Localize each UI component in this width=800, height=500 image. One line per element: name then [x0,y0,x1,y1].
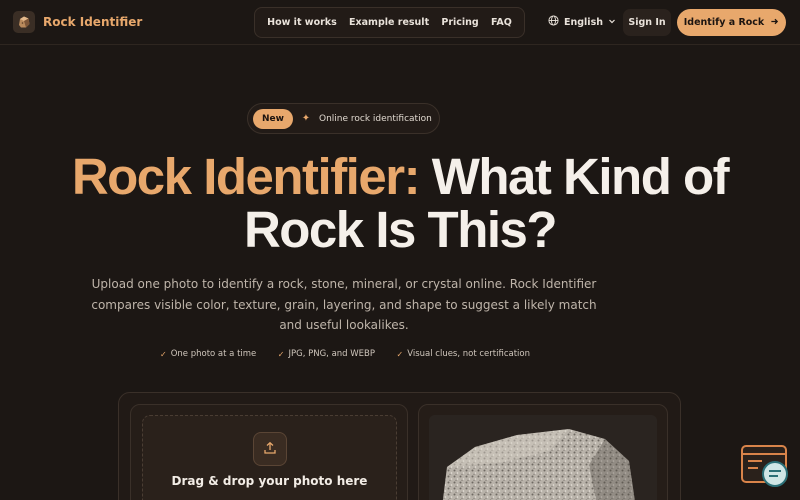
sign-in-button[interactable]: Sign In [623,9,671,36]
new-pill: New [253,108,293,129]
title-accent: Rock Identifier: [71,148,421,205]
language-label: English [564,16,603,28]
nav-pricing[interactable]: Pricing [441,17,478,28]
upload-icon [263,440,277,459]
chevron-down-icon [608,17,616,28]
brand-logo[interactable]: Rock Identifier [13,11,142,33]
identify-rock-label: Identify a Rock [683,17,765,28]
check-icon: ✓ [396,349,404,359]
announcement-badge: New ✦ Online rock identification [247,103,440,134]
badge-text: Online rock identification [319,113,432,124]
check-icon: ✓ [277,349,285,359]
feature-item: ✓ One photo at a time [160,349,256,359]
feature-item: ✓ JPG, PNG, and WEBP [278,349,375,359]
main-nav: How it works Example result Pricing FAQ [254,7,525,38]
arrow-right-icon [770,17,779,29]
dropzone-text: Drag & drop your photo here [171,474,368,488]
nav-how-it-works[interactable]: How it works [267,17,337,28]
feature-item: ✓ Visual clues, not certification [397,349,531,359]
check-icon: ✓ [160,349,167,359]
page-title: Rock Identifier: What Kind of Rock Is Th… [60,150,740,256]
nav-example-result[interactable]: Example result [349,17,429,28]
feature-label: One photo at a time [170,349,257,359]
identify-rock-button[interactable]: Identify a Rock [677,9,786,36]
site-header: Rock Identifier How it works Example res… [0,0,800,45]
rock-sample-image [429,415,657,500]
sparkle-icon: ✦ [301,113,311,124]
help-chat-widget[interactable] [740,444,790,488]
feature-list: ✓ One photo at a time ✓ JPG, PNG, and WE… [160,349,530,359]
brand-name: Rock Identifier [43,15,143,29]
hero-subtitle: Upload one photo to identify a rock, sto… [91,277,597,332]
nav-faq[interactable]: FAQ [491,17,512,28]
globe-icon [548,15,559,29]
feature-label: JPG, PNG, and WEBP [288,349,376,359]
language-selector[interactable]: English [548,15,616,29]
chat-widget-icon [740,445,790,492]
rock-logo-icon [13,11,35,33]
feature-label: Visual clues, not certification [407,349,530,359]
upload-button[interactable] [253,432,287,466]
